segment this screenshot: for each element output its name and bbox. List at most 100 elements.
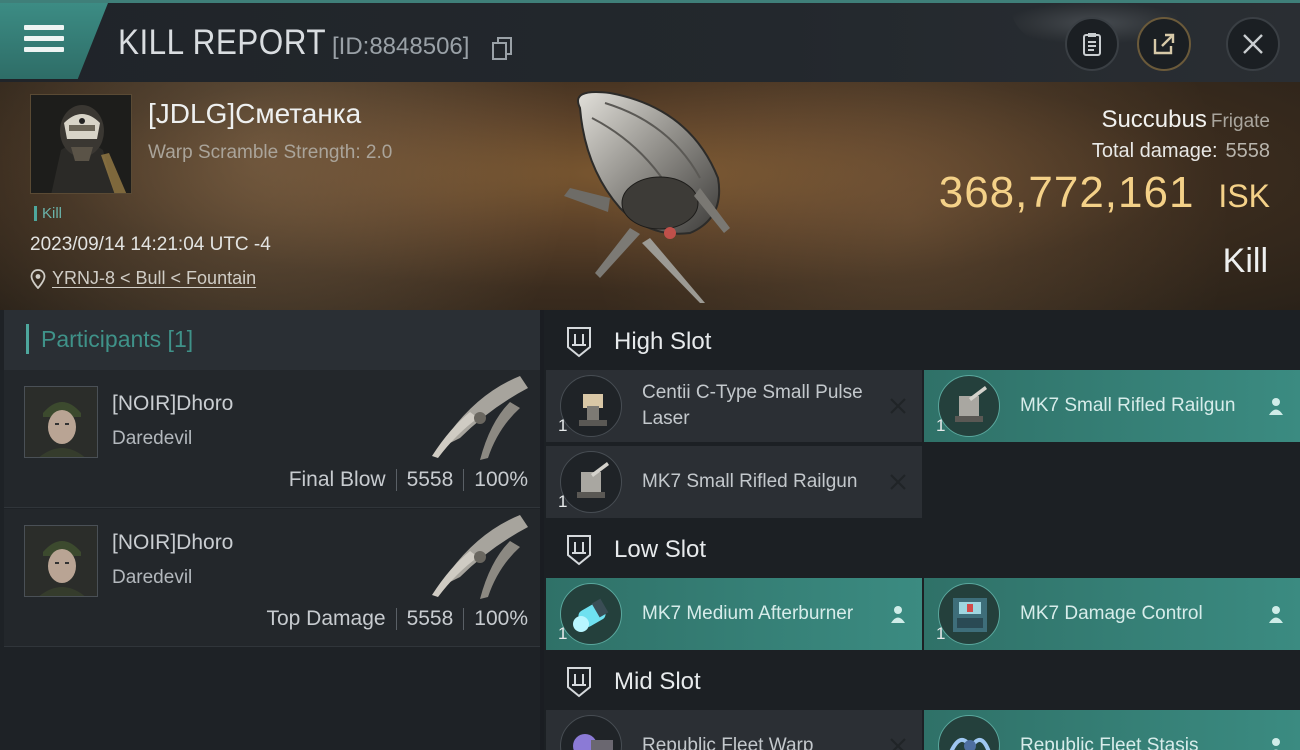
victim-name[interactable]: [JDLG]Сметанка <box>148 98 361 130</box>
page-title: KILL REPORT <box>118 23 327 62</box>
participant-damage: 5558 <box>406 468 454 491</box>
railgun-icon <box>560 451 622 513</box>
slot-title: Mid Slot <box>614 668 701 695</box>
x-mark-icon <box>890 398 906 414</box>
person-icon <box>1269 398 1283 415</box>
participants-header: Participants [1] <box>4 310 540 370</box>
damage-control-icon <box>938 583 1000 645</box>
participant-avatar[interactable] <box>24 386 98 458</box>
close-button[interactable] <box>1226 17 1280 71</box>
victim-subtitle: Warp Scramble Strength: 2.0 <box>148 142 393 163</box>
divider <box>463 469 465 491</box>
portrait-image <box>31 95 131 193</box>
ship-render <box>564 91 730 303</box>
isk-unit: ISK <box>1218 178 1270 214</box>
clipboard-icon <box>1083 33 1101 56</box>
clipboard-button[interactable] <box>1065 17 1119 71</box>
module-name: MK7 Small Rifled Railgun <box>642 471 858 492</box>
high-slot-header: High Slot <box>544 310 1300 374</box>
module-item[interactable]: 1 MK7 Damage Control <box>924 578 1300 650</box>
mid-slot-header: Mid Slot <box>544 650 1300 714</box>
module-item[interactable]: 1 MK7 Small Rifled Railgun <box>924 370 1300 442</box>
module-quantity: 1 <box>936 624 946 643</box>
ship-type[interactable]: Succubus Frigate <box>1101 106 1270 134</box>
map-pin-icon <box>30 268 46 289</box>
participant-role: Final Blow <box>288 468 386 491</box>
ship-class: Frigate <box>1210 111 1270 132</box>
participant-ship: Daredevil <box>112 567 193 588</box>
person-icon <box>1269 606 1283 623</box>
victim-portrait[interactable] <box>30 94 132 194</box>
participant-percent: 100% <box>474 607 528 630</box>
x-mark-icon <box>890 474 906 490</box>
close-icon <box>1243 34 1263 54</box>
person-icon <box>891 606 905 623</box>
divider <box>395 469 397 491</box>
share-icon <box>1153 33 1175 55</box>
railgun-icon <box>938 375 1000 437</box>
module-name: MK7 Damage Control <box>1020 603 1203 624</box>
module-quantity: 1 <box>558 416 568 435</box>
warp-scrambler-icon <box>560 715 622 750</box>
total-damage-label: Total damage: <box>1091 140 1218 162</box>
avatar-image <box>25 387 97 457</box>
slot-rack-icon <box>567 327 591 358</box>
afterburner-icon <box>560 583 622 645</box>
module-quantity: 1 <box>936 416 946 435</box>
participant-name[interactable]: [NOIR]Dhoro <box>112 531 233 555</box>
module-name: MK7 Small Rifled Railgun <box>1020 395 1236 416</box>
participant-name[interactable]: [NOIR]Dhoro <box>112 392 233 416</box>
divider <box>395 608 397 630</box>
module-name: Republic Fleet Stasis <box>1020 735 1199 750</box>
avatar-image <box>25 526 97 596</box>
isk-value: 368,772,161 <box>938 168 1195 217</box>
report-id: [ID:8848506] <box>332 33 470 60</box>
result-label: Kill <box>1222 242 1268 280</box>
person-icon <box>1272 738 1280 750</box>
x-mark-icon <box>890 738 906 750</box>
module-item[interactable]: 1 Republic Fleet Stasis <box>924 710 1300 750</box>
stasis-webifier-icon <box>938 715 1000 750</box>
participant-ship-image <box>432 515 528 599</box>
slot-title: Low Slot <box>614 536 707 563</box>
participant-ship: Daredevil <box>112 428 193 449</box>
participants-panel: Participants [1] [NOIR]Dhoro Daredevil F… <box>0 310 540 750</box>
kill-tag: Kill <box>34 206 62 221</box>
total-damage-value: 5558 <box>1225 140 1271 162</box>
participant-stats: Top Damage 5558 100% <box>266 607 528 631</box>
copy-icon[interactable] <box>492 37 512 60</box>
pulse-laser-icon <box>560 375 622 437</box>
ship-name: Succubus <box>1101 106 1207 133</box>
participant-ship-image <box>432 376 528 460</box>
participant-damage: 5558 <box>406 607 454 630</box>
victim-summary: [JDLG]Сметанка Warp Scramble Strength: 2… <box>0 82 1300 310</box>
isk-value-row: 368,772,161 ISK <box>939 168 1270 218</box>
kill-timestamp: 2023/09/14 14:21:04 UTC -4 <box>30 234 271 255</box>
participant-stats: Final Blow 5558 100% <box>289 468 528 492</box>
total-damage: Total damage: 5558 <box>1092 140 1270 163</box>
module-item[interactable]: 1 Centii C-Type Small Pulse Laser <box>546 370 922 442</box>
participant-percent: 100% <box>474 468 528 491</box>
module-item[interactable]: 1 MK7 Small Rifled Railgun <box>546 446 922 518</box>
module-item[interactable]: 1 Republic Fleet Warp <box>546 710 922 750</box>
participant-row[interactable]: [NOIR]Dhoro Daredevil Final Blow 5558 10… <box>4 370 540 508</box>
slot-title: High Slot <box>614 328 712 355</box>
fitting-panel: High Slot 1 Centii C-Type Small Pulse La… <box>544 310 1300 750</box>
module-quantity: 1 <box>558 492 568 511</box>
participants-label: Participants [1] <box>26 324 193 354</box>
participant-row[interactable]: [NOIR]Dhoro Daredevil Top Damage 5558 10… <box>4 509 540 647</box>
participant-avatar[interactable] <box>24 525 98 597</box>
hamburger-icon[interactable] <box>24 25 64 55</box>
module-name: MK7 Medium Afterburner <box>642 603 854 624</box>
share-button[interactable] <box>1137 17 1191 71</box>
slot-rack-icon <box>567 667 591 698</box>
participant-role: Top Damage <box>266 607 386 630</box>
module-name: Republic Fleet Warp <box>642 735 814 750</box>
location-link[interactable]: YRNJ-8 < Bull < Fountain <box>30 268 256 289</box>
slot-rack-icon <box>567 535 591 566</box>
top-bar: KILL REPORT [ID:8848506] <box>0 0 1300 82</box>
module-item[interactable]: 1 MK7 Medium Afterburner <box>546 578 922 650</box>
location-text[interactable]: YRNJ-8 < Bull < Fountain <box>52 268 256 289</box>
module-name: Centii C-Type Small Pulse Laser <box>642 382 863 429</box>
module-quantity: 1 <box>558 624 568 643</box>
